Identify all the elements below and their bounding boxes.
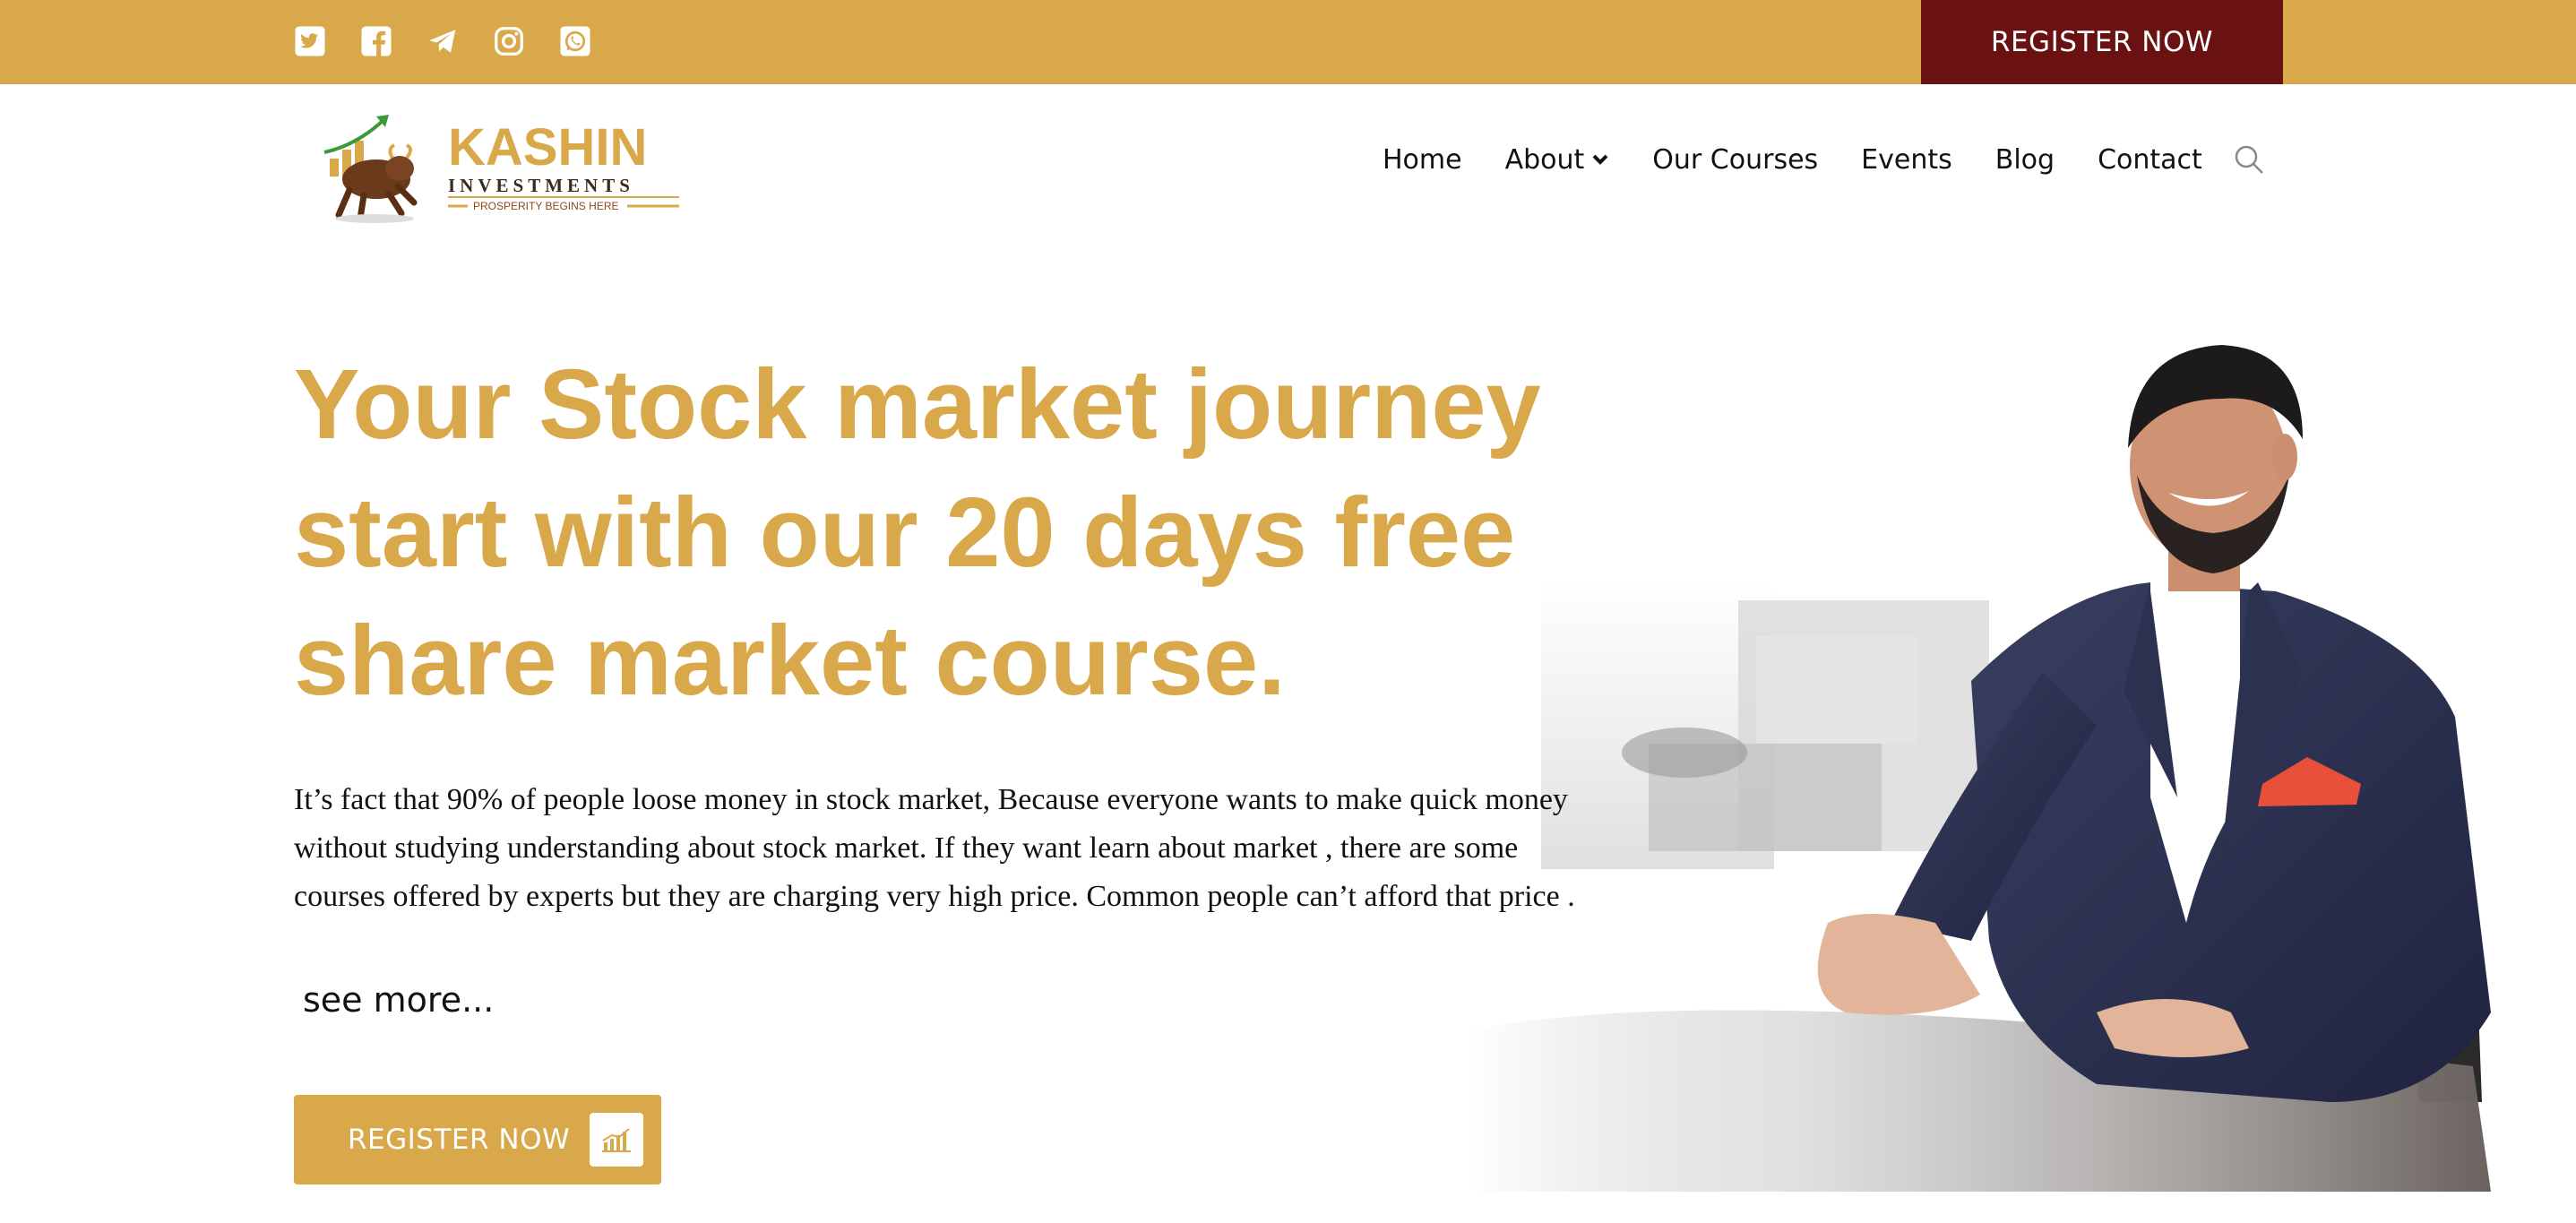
- nav-item-our-courses[interactable]: Our Courses: [1652, 144, 1818, 176]
- bull-logo-icon: [323, 115, 418, 223]
- svg-text:INVESTMENTS: INVESTMENTS: [448, 175, 634, 196]
- top-bar: REGISTER NOW: [0, 0, 2576, 84]
- instagram-icon[interactable]: [493, 25, 525, 57]
- svg-text:PROSPERITY BEGINS HERE: PROSPERITY BEGINS HERE: [473, 200, 619, 212]
- see-more-link[interactable]: see more...: [303, 980, 494, 1020]
- search-icon[interactable]: [2233, 143, 2265, 176]
- telegram-icon[interactable]: [426, 25, 459, 57]
- hero-title: Your Stock market journey start with our…: [294, 349, 1541, 716]
- hero-register-button[interactable]: REGISTER NOW: [294, 1095, 661, 1184]
- nav-item-about[interactable]: About: [1505, 144, 1610, 176]
- nav-item-about-label: About: [1504, 143, 1585, 176]
- nav-item-blog[interactable]: Blog: [1995, 144, 2055, 176]
- nav-item-home[interactable]: Home: [1383, 144, 1462, 176]
- logo[interactable]: KASHIN INVESTMENTS PROSPERITY BEGINS HER…: [321, 109, 679, 226]
- social-links: [294, 25, 591, 57]
- whatsapp-icon[interactable]: [559, 25, 591, 57]
- top-register-button[interactable]: REGISTER NOW: [1921, 0, 2283, 84]
- svg-text:KASHIN: KASHIN: [448, 118, 647, 177]
- hero-description: It’s fact that 90% of people loose money…: [294, 783, 1575, 913]
- hero-photo: [1469, 296, 2545, 1192]
- chart-growth-icon: [590, 1113, 643, 1167]
- twitter-icon[interactable]: [294, 25, 326, 57]
- nav-item-events[interactable]: Events: [1861, 144, 1952, 176]
- main-nav: Home About Our Courses Events Blog Conta…: [1383, 143, 2265, 176]
- page: REGISTER NOW KASHIN INVESTMENTS PROSPERI…: [0, 0, 2576, 1223]
- nav-item-contact[interactable]: Contact: [2098, 144, 2202, 176]
- facebook-icon[interactable]: [360, 25, 392, 57]
- hero-register-label: REGISTER NOW: [348, 1124, 571, 1156]
- chevron-down-icon: [1592, 154, 1608, 165]
